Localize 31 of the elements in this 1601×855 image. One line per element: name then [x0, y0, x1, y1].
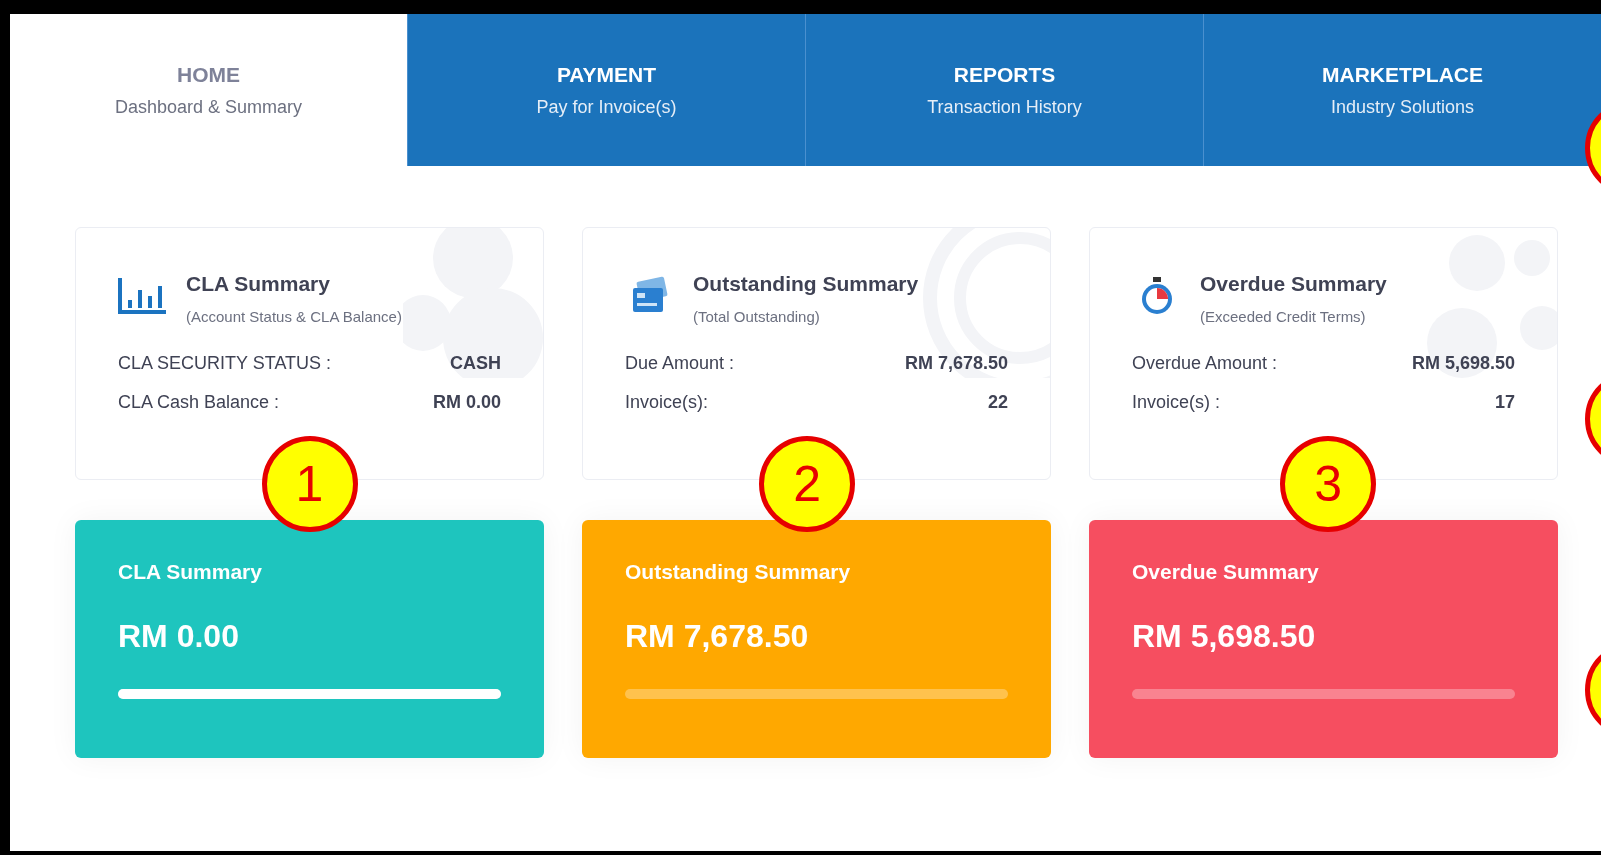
field-label: CLA Cash Balance : — [118, 392, 280, 413]
field-label: CLA SECURITY STATUS : — [118, 353, 332, 374]
field-label: Overdue Amount : — [1132, 353, 1278, 374]
field-value: RM 0.00 — [432, 392, 501, 413]
field-label: Invoice(s): — [625, 392, 709, 413]
card-title: Outstanding Summary — [693, 272, 919, 296]
callout-marker: 2 — [759, 436, 856, 532]
field-value: 22 — [987, 392, 1008, 413]
field-label: Due Amount : — [625, 353, 735, 374]
nav-tab[interactable]: MARKETPLACE Industry Solutions — [1203, 14, 1601, 166]
nav-tab[interactable]: PAYMENT Pay for Invoice(s) — [407, 14, 805, 166]
callout-marker: 3 — [1280, 436, 1377, 532]
stat-title: CLA Summary — [118, 560, 263, 584]
stat-title: Outstanding Summary — [625, 560, 852, 584]
card-subtitle: (Account Status & CLA Balance) — [186, 308, 402, 325]
stat-amount: RM 5,698.50 — [1132, 618, 1317, 655]
field-value: 17 — [1494, 392, 1515, 413]
card-title: Overdue Summary — [1200, 272, 1387, 296]
field-value: RM 7,678.50 — [904, 353, 1008, 374]
field-value: RM 5,698.50 — [1411, 353, 1515, 374]
bar-chart-icon — [118, 276, 168, 316]
callout-marker: 1 — [261, 436, 358, 532]
nav-tab[interactable]: REPORTS Transaction History — [805, 14, 1203, 166]
stat-title: Overdue Summary — [1132, 560, 1320, 584]
card-subtitle: (Total Outstanding) — [693, 308, 821, 325]
card-title: CLA Summary — [186, 272, 331, 296]
field-value: CASH — [450, 353, 501, 374]
stat-amount: RM 7,678.50 — [625, 618, 810, 655]
field-label: Invoice(s) : — [1132, 392, 1221, 413]
stat-amount: RM 0.00 — [118, 618, 240, 655]
card-subtitle: (Exceeded Credit Terms) — [1200, 308, 1367, 325]
